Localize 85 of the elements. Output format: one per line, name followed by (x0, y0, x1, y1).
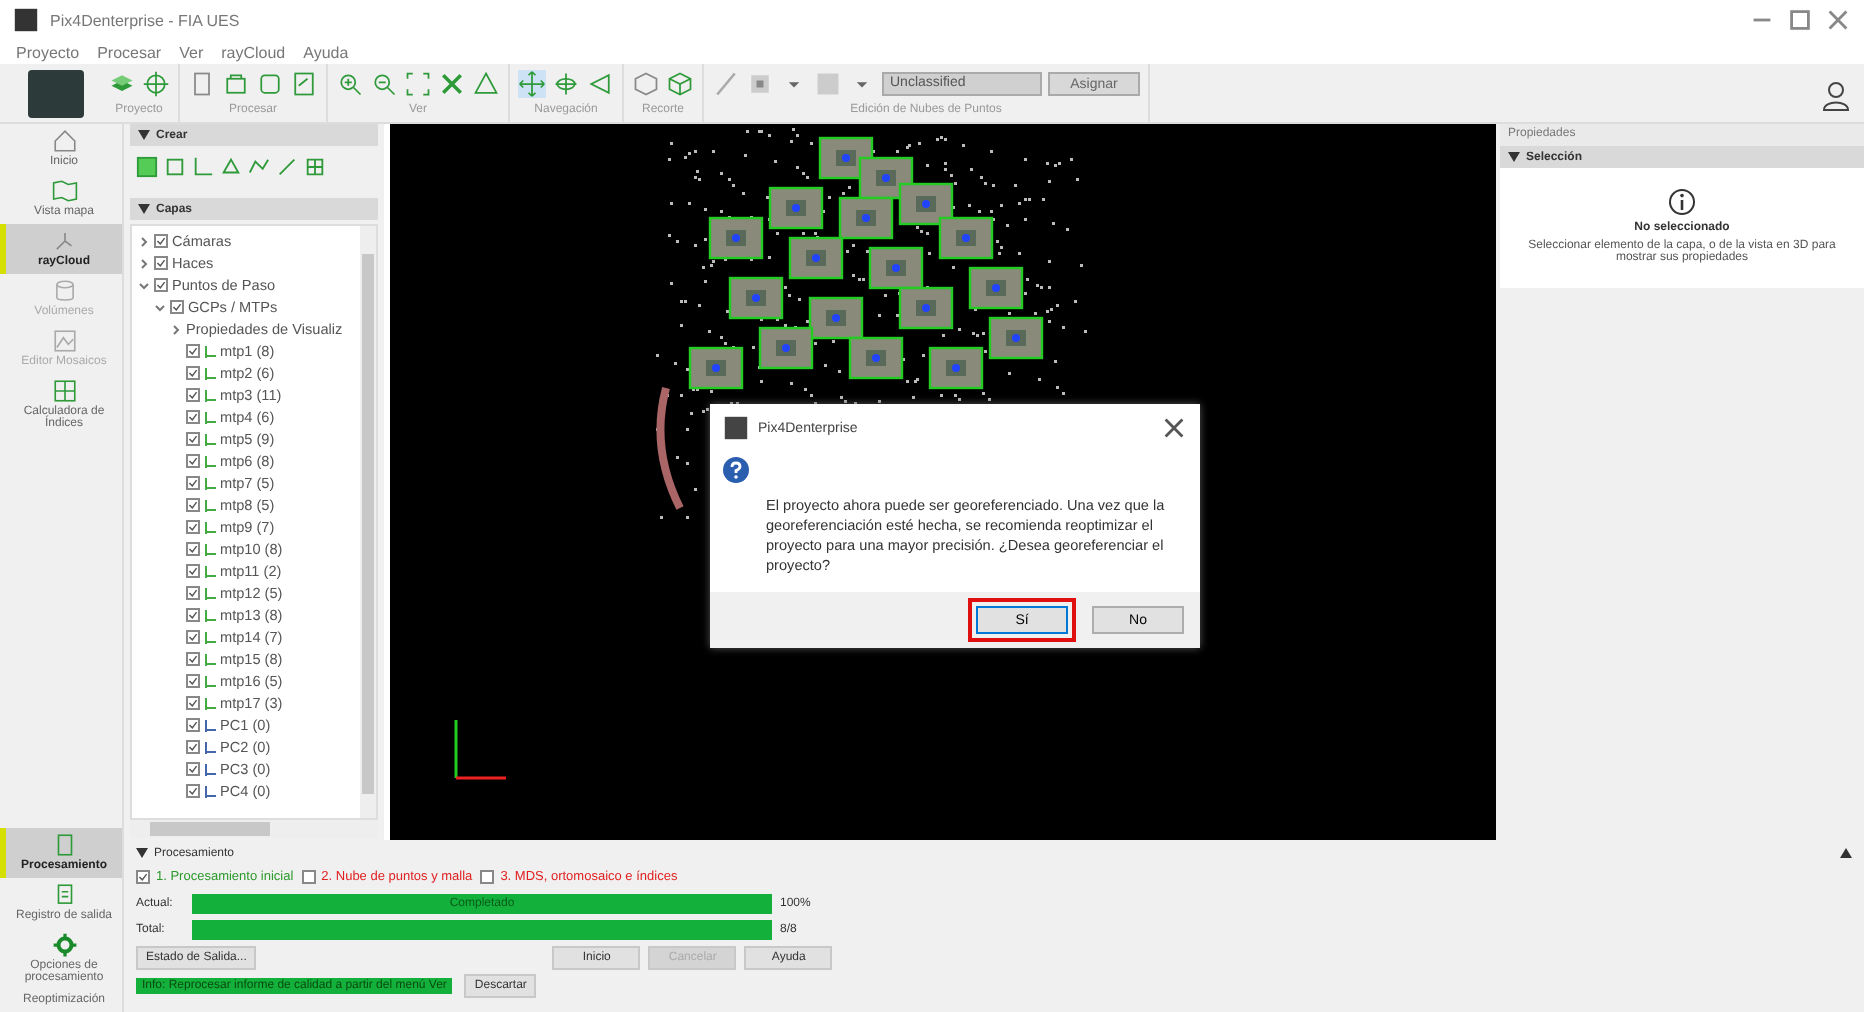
cross-icon[interactable] (438, 70, 466, 98)
checkbox[interactable] (186, 652, 200, 666)
user-icon[interactable] (1820, 80, 1852, 112)
page-icon[interactable] (256, 70, 284, 98)
close-icon[interactable] (1824, 6, 1852, 34)
edit-document-icon[interactable] (290, 70, 318, 98)
info-icon (1668, 188, 1696, 216)
maximize-icon[interactable] (1786, 6, 1814, 34)
grid-icon (51, 378, 77, 404)
checkbox[interactable] (186, 740, 200, 754)
menu-item[interactable]: Ayuda (303, 43, 349, 61)
cube-icon[interactable] (666, 70, 694, 98)
close-icon[interactable] (1160, 414, 1188, 442)
checkbox[interactable] (186, 388, 200, 402)
cube-icon[interactable] (632, 70, 660, 98)
checkbox[interactable] (186, 718, 200, 732)
zoom-in-icon[interactable] (336, 70, 364, 98)
document-icon[interactable] (188, 70, 216, 98)
menu-item[interactable]: Proyecto (16, 43, 80, 61)
diagonal-icon[interactable] (276, 156, 298, 178)
crosshair-icon[interactable] (142, 70, 170, 98)
axis-icon (450, 716, 510, 784)
collapse-triangle-icon (138, 204, 150, 214)
app-logo (28, 70, 84, 118)
checkbox[interactable] (186, 762, 200, 776)
collapse-triangle-icon (1508, 152, 1520, 162)
menu-item[interactable]: Ver (179, 43, 204, 61)
collapsed-chevron-icon[interactable] (138, 257, 150, 269)
checkbox[interactable] (186, 674, 200, 688)
map-icon (51, 178, 77, 204)
checkbox[interactable] (186, 608, 200, 622)
app-icon (722, 414, 750, 442)
app-icon (12, 6, 40, 34)
expanded-chevron-icon[interactable] (154, 301, 166, 313)
checkbox[interactable] (186, 564, 200, 578)
image-icon (51, 328, 77, 354)
pyramid-icon[interactable] (472, 70, 500, 98)
cylinder-icon (51, 278, 77, 304)
menu-item[interactable]: rayCloud (221, 43, 286, 61)
checkbox[interactable] (154, 234, 168, 248)
checkbox[interactable] (480, 870, 495, 884)
square-icon[interactable] (746, 70, 774, 98)
polyline-icon[interactable] (248, 156, 270, 178)
checkbox[interactable] (154, 256, 168, 270)
checkbox[interactable] (136, 870, 150, 884)
perspective-icon[interactable] (586, 70, 614, 98)
collapse-arrow-icon[interactable] (1840, 848, 1852, 858)
checkbox[interactable] (186, 630, 200, 644)
checkbox[interactable] (154, 278, 168, 292)
collapsed-chevron-icon[interactable] (170, 323, 182, 335)
fit-view-icon[interactable] (404, 70, 432, 98)
checkbox[interactable] (186, 366, 200, 380)
checkbox[interactable] (186, 410, 200, 424)
zoom-out-icon[interactable] (370, 70, 398, 98)
checkbox[interactable] (186, 520, 200, 534)
rectangle-icon[interactable] (136, 156, 158, 178)
checkbox[interactable] (186, 344, 200, 358)
window-title: Pix4Denterprise - FIA UES (50, 11, 240, 29)
checkbox[interactable] (186, 432, 200, 446)
rotate-icon[interactable] (552, 70, 580, 98)
polygon-icon[interactable] (220, 156, 242, 178)
checkbox[interactable] (186, 498, 200, 512)
box-icon[interactable] (222, 70, 250, 98)
axis-icon[interactable] (192, 156, 214, 178)
checkbox[interactable] (186, 454, 200, 468)
scrollbar[interactable] (360, 226, 376, 818)
collapse-triangle-icon[interactable] (136, 848, 148, 858)
checkbox[interactable] (186, 696, 200, 710)
3d-view[interactable] (390, 124, 1496, 840)
home-icon (51, 128, 77, 154)
checkbox[interactable] (186, 542, 200, 556)
checkbox[interactable] (186, 784, 200, 798)
grid-icon[interactable] (304, 156, 326, 178)
square-icon[interactable] (164, 156, 186, 178)
menu-item[interactable]: Procesar (97, 43, 162, 61)
gear-icon (51, 932, 77, 958)
question-icon (722, 456, 750, 484)
collapse-triangle-icon (138, 130, 150, 140)
checkbox[interactable] (170, 300, 184, 314)
move-icon[interactable] (518, 70, 546, 98)
checkbox[interactable] (301, 870, 316, 884)
checkbox[interactable] (186, 586, 200, 600)
collapsed-chevron-icon[interactable] (138, 235, 150, 247)
expanded-chevron-icon[interactable] (138, 279, 150, 291)
checkbox[interactable] (186, 476, 200, 490)
